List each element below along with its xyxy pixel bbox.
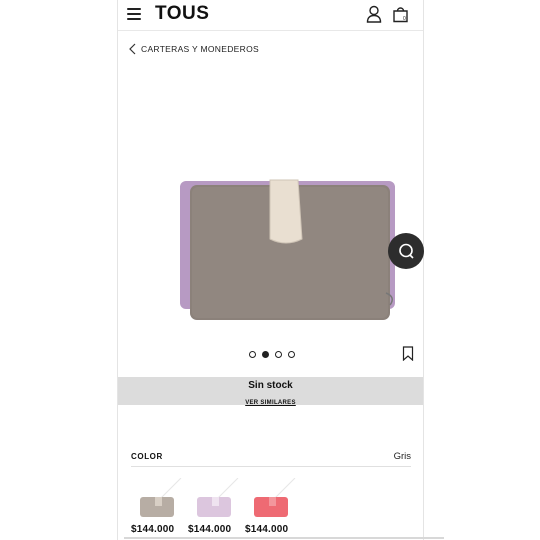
chevron-left-icon [129,43,136,55]
stock-status-banner: Sin stock VER SIMILARES [118,377,423,406]
see-similar-link[interactable]: VER SIMILARES [245,400,296,406]
background-left [0,0,117,540]
color-label: COLOR [131,452,163,461]
variant-price: $144.000 [131,524,175,535]
chat-bubble-icon [399,243,414,259]
breadcrumb-label: CARTERAS Y MONEDEROS [141,44,259,54]
variant-price: $144.000 [188,524,232,535]
carousel-dot-active[interactable] [262,351,269,358]
product-image[interactable] [170,175,410,325]
shopping-bag-icon[interactable]: 0 [392,5,409,23]
menu-icon[interactable] [127,8,141,20]
selected-color-value: Gris [393,451,411,462]
mobile-page: TOUS 0 CARTERAS Y MONEDEROS Sin stock VE… [117,0,424,540]
user-icon[interactable] [366,5,382,23]
chat-button[interactable] [388,233,424,269]
home-indicator [124,537,444,539]
variant-price: $144.000 [245,524,289,535]
carousel-dot[interactable] [249,351,256,358]
color-variant[interactable]: $144.000 [245,478,297,535]
svg-text:0: 0 [403,16,406,22]
variant-thumbnail [140,478,182,517]
color-selector-header: COLOR Gris [131,450,411,467]
carousel-dot[interactable] [288,351,295,358]
variant-thumbnail [197,478,239,517]
top-bar: TOUS 0 [118,0,423,31]
color-variant[interactable]: $144.000 [131,478,183,535]
carousel-dots [249,351,295,358]
color-variant[interactable]: $144.000 [188,478,240,535]
breadcrumb-back[interactable]: CARTERAS Y MONEDEROS [128,42,259,56]
brand-logo[interactable]: TOUS [155,3,209,25]
stock-title: Sin stock [248,380,293,391]
variant-thumbnail [254,478,296,517]
carousel-dot[interactable] [275,351,282,358]
bookmark-icon[interactable] [402,346,414,361]
